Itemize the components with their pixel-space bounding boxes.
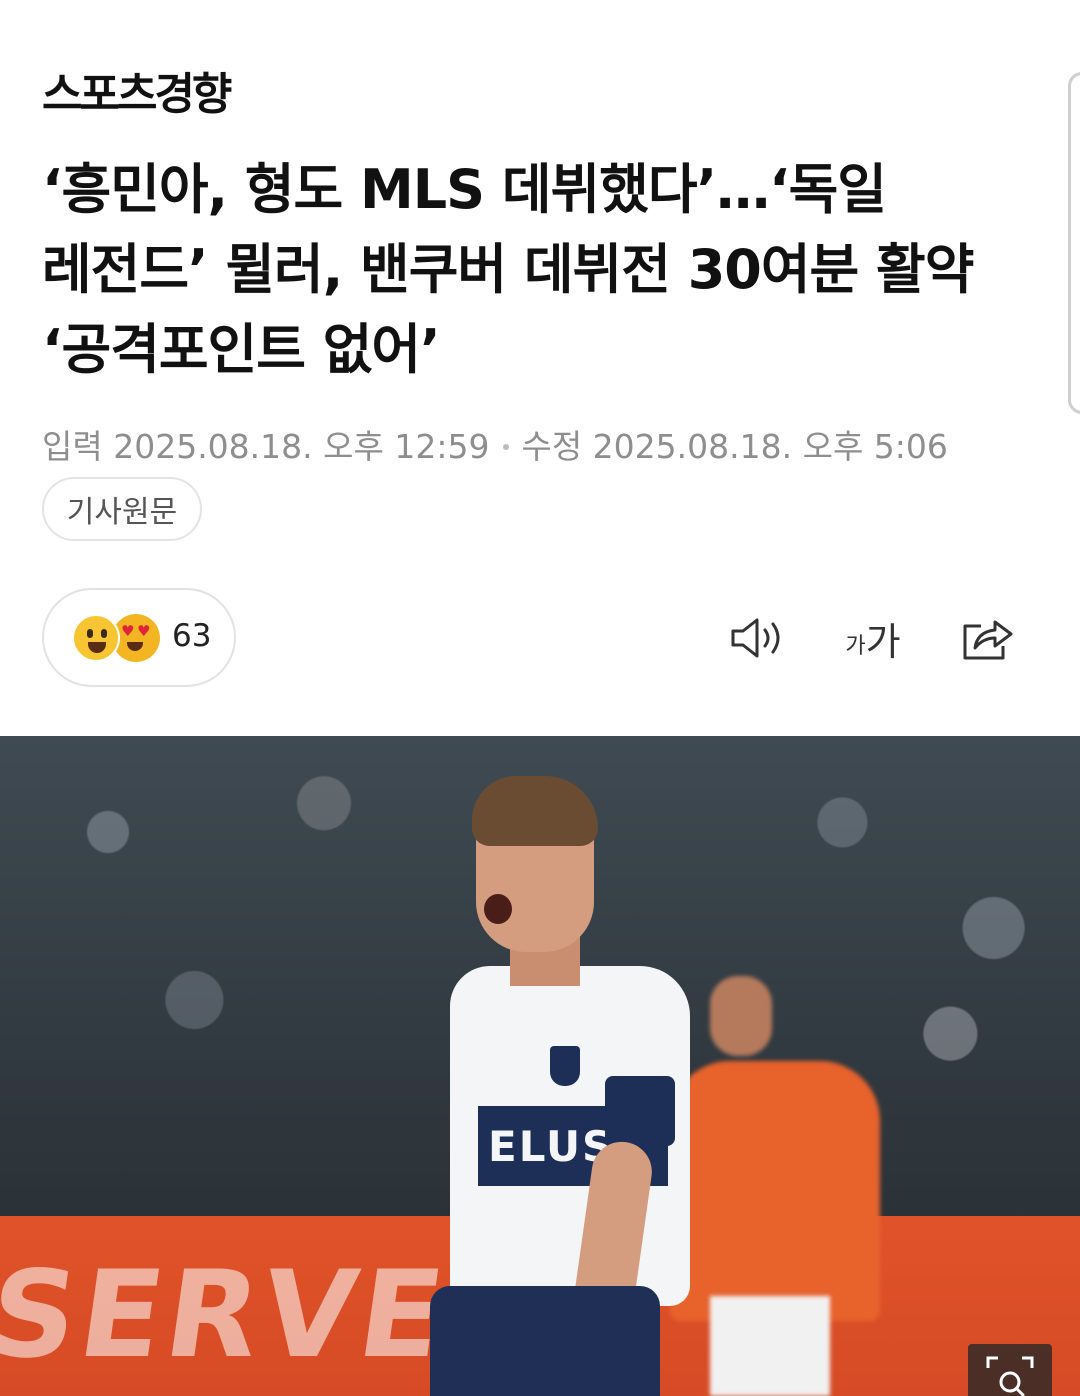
zoom-icon	[986, 1356, 1034, 1396]
grinning-face-icon	[72, 614, 120, 662]
font-size-button[interactable]: 가가	[838, 608, 908, 668]
photo-zoom-button[interactable]	[968, 1344, 1052, 1396]
original-article-button[interactable]: 기사원문	[42, 477, 202, 541]
article-headline: ‘흥민아, 형도 MLS 데뷔했다’…‘독일 레전드’ 뮐러, 밴쿠버 데뷔전 …	[42, 158, 974, 381]
modified-time: 수정 2025.08.18. 오후 5:06	[521, 427, 948, 466]
separator-dot	[503, 443, 510, 450]
article-timestamps: 입력 2025.08.18. 오후 12:59 수정 2025.08.18. 오후…	[42, 420, 948, 468]
article-photo[interactable]: SERVES ELUS	[0, 736, 1080, 1396]
publisher-logo[interactable]: 스포츠경향	[42, 58, 232, 122]
reaction-count: 63	[172, 618, 212, 654]
side-panel-edge[interactable]	[1068, 72, 1080, 414]
reaction-button[interactable]: ♥ ♥ 63	[42, 588, 236, 687]
text-to-speech-button[interactable]	[726, 608, 788, 668]
speaker-icon	[731, 618, 780, 658]
club-crest-icon	[550, 1046, 580, 1086]
published-time: 입력 2025.08.18. 오후 12:59	[42, 427, 490, 466]
share-icon	[963, 620, 1013, 660]
share-button[interactable]	[956, 608, 1018, 668]
font-size-small-label: 가	[845, 634, 866, 659]
font-size-large-label: 가	[865, 619, 901, 664]
photo-main-player: ELUS	[430, 776, 710, 1396]
